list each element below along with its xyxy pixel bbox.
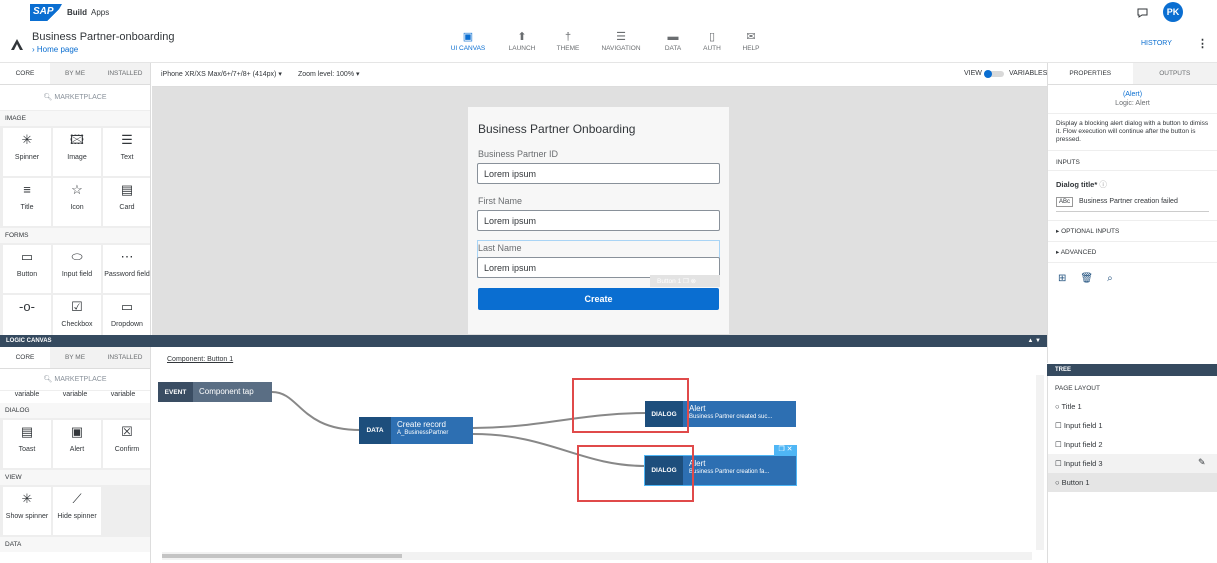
node-sublabel: A_BusinessPartner (397, 430, 449, 436)
node-type: DATA (359, 417, 391, 444)
highlight-box-2 (577, 445, 694, 502)
highlight-box-1 (572, 378, 689, 433)
create-record-node[interactable]: DATA Create record A_BusinessPartner (359, 417, 473, 444)
close-icon[interactable]: ✕ (787, 446, 793, 453)
node-sublabel: Business Partner created suc... (689, 414, 773, 420)
vertical-scrollbar[interactable] (1036, 375, 1044, 550)
horizontal-scrollbar[interactable] (162, 552, 1032, 560)
copy-icon[interactable]: ❐ (778, 446, 784, 453)
node-label: Alert (689, 404, 706, 413)
node-actions: ❐ ✕ (774, 445, 797, 456)
node-label: Component tap (193, 382, 272, 402)
event-node[interactable]: EVENT Component tap (158, 382, 272, 402)
node-type: EVENT (158, 382, 193, 402)
node-label: Create record (397, 420, 446, 429)
node-sublabel: Business Partner creation fa... (689, 469, 770, 475)
